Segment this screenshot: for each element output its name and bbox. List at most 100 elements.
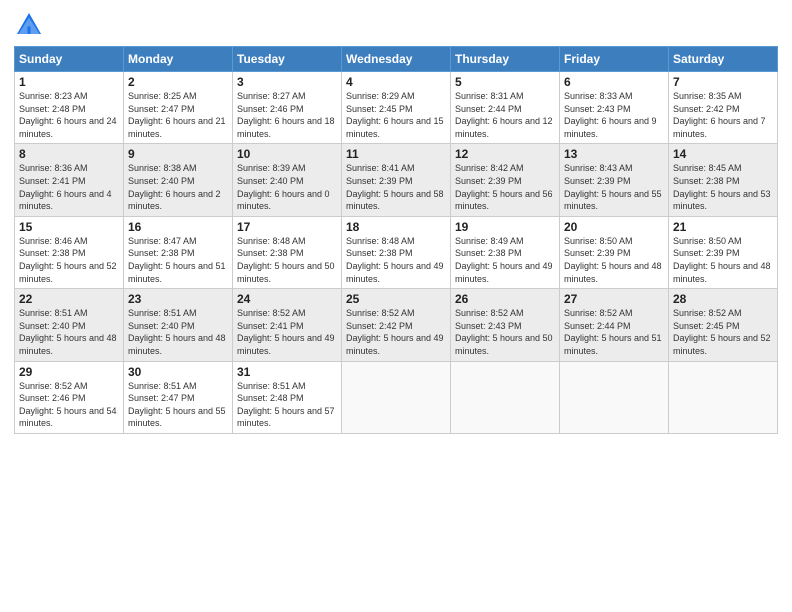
calendar-week-5: 29 Sunrise: 8:52 AMSunset: 2:46 PMDayligh… [15,361,778,433]
page-container: SundayMondayTuesdayWednesdayThursdayFrid… [0,0,792,444]
calendar-header-sunday: Sunday [15,47,124,72]
day-info: Sunrise: 8:23 AMSunset: 2:48 PMDaylight:… [19,91,117,139]
calendar-header-row: SundayMondayTuesdayWednesdayThursdayFrid… [15,47,778,72]
day-info: Sunrise: 8:50 AMSunset: 2:39 PMDaylight:… [564,236,662,284]
calendar-cell: 10 Sunrise: 8:39 AMSunset: 2:40 PMDayligh… [233,144,342,216]
day-info: Sunrise: 8:25 AMSunset: 2:47 PMDaylight:… [128,91,226,139]
day-info: Sunrise: 8:42 AMSunset: 2:39 PMDaylight:… [455,163,553,211]
day-number: 15 [19,220,119,234]
calendar-week-2: 8 Sunrise: 8:36 AMSunset: 2:41 PMDaylight… [15,144,778,216]
day-number: 26 [455,292,555,306]
calendar-header-friday: Friday [560,47,669,72]
day-number: 7 [673,75,773,89]
calendar-cell: 2 Sunrise: 8:25 AMSunset: 2:47 PMDaylight… [124,72,233,144]
calendar-cell: 1 Sunrise: 8:23 AMSunset: 2:48 PMDaylight… [15,72,124,144]
day-info: Sunrise: 8:36 AMSunset: 2:41 PMDaylight:… [19,163,112,211]
logo-icon [14,10,44,40]
calendar-cell: 8 Sunrise: 8:36 AMSunset: 2:41 PMDaylight… [15,144,124,216]
calendar-cell: 7 Sunrise: 8:35 AMSunset: 2:42 PMDaylight… [669,72,778,144]
day-number: 30 [128,365,228,379]
calendar-cell: 18Sunrise: 8:48 AMSunset: 2:38 PMDayligh… [342,216,451,288]
day-info: Sunrise: 8:43 AMSunset: 2:39 PMDaylight:… [564,163,662,211]
day-number: 27 [564,292,664,306]
day-number: 10 [237,147,337,161]
day-info: Sunrise: 8:41 AMSunset: 2:39 PMDaylight:… [346,163,444,211]
calendar-cell: 16Sunrise: 8:47 AMSunset: 2:38 PMDayligh… [124,216,233,288]
day-info: Sunrise: 8:51 AMSunset: 2:47 PMDaylight:… [128,381,226,429]
calendar-table: SundayMondayTuesdayWednesdayThursdayFrid… [14,46,778,434]
day-number: 22 [19,292,119,306]
day-number: 21 [673,220,773,234]
calendar-cell: 21 Sunrise: 8:50 AMSunset: 2:39 PMDayligh… [669,216,778,288]
day-info: Sunrise: 8:29 AMSunset: 2:45 PMDaylight:… [346,91,444,139]
day-info: Sunrise: 8:49 AMSunset: 2:38 PMDaylight:… [455,236,553,284]
day-info: Sunrise: 8:48 AMSunset: 2:38 PMDaylight:… [237,236,335,284]
day-number: 28 [673,292,773,306]
day-number: 25 [346,292,446,306]
calendar-cell: 31Sunrise: 8:51 AMSunset: 2:48 PMDayligh… [233,361,342,433]
calendar-cell: 13 Sunrise: 8:43 AMSunset: 2:39 PMDayligh… [560,144,669,216]
calendar-cell: 4 Sunrise: 8:29 AMSunset: 2:45 PMDaylight… [342,72,451,144]
day-info: Sunrise: 8:47 AMSunset: 2:38 PMDaylight:… [128,236,226,284]
day-number: 23 [128,292,228,306]
calendar-header-wednesday: Wednesday [342,47,451,72]
calendar-cell: 3 Sunrise: 8:27 AMSunset: 2:46 PMDaylight… [233,72,342,144]
day-number: 17 [237,220,337,234]
day-number: 4 [346,75,446,89]
day-info: Sunrise: 8:52 AMSunset: 2:42 PMDaylight:… [346,308,444,356]
day-info: Sunrise: 8:38 AMSunset: 2:40 PMDaylight:… [128,163,221,211]
header [14,10,778,40]
day-number: 24 [237,292,337,306]
calendar-header-monday: Monday [124,47,233,72]
day-number: 6 [564,75,664,89]
calendar-cell: 23 Sunrise: 8:51 AMSunset: 2:40 PMDayligh… [124,289,233,361]
calendar-cell: 30 Sunrise: 8:51 AMSunset: 2:47 PMDayligh… [124,361,233,433]
calendar-cell: 29 Sunrise: 8:52 AMSunset: 2:46 PMDayligh… [15,361,124,433]
day-number: 18 [346,220,446,234]
calendar-header-saturday: Saturday [669,47,778,72]
calendar-cell: 17 Sunrise: 8:48 AMSunset: 2:38 PMDayligh… [233,216,342,288]
day-info: Sunrise: 8:39 AMSunset: 2:40 PMDaylight:… [237,163,330,211]
calendar-week-1: 1 Sunrise: 8:23 AMSunset: 2:48 PMDaylight… [15,72,778,144]
calendar-cell [669,361,778,433]
day-number: 19 [455,220,555,234]
day-number: 9 [128,147,228,161]
day-info: Sunrise: 8:31 AMSunset: 2:44 PMDaylight:… [455,91,553,139]
calendar-cell [451,361,560,433]
day-info: Sunrise: 8:35 AMSunset: 2:42 PMDaylight:… [673,91,766,139]
day-info: Sunrise: 8:51 AMSunset: 2:40 PMDaylight:… [19,308,117,356]
calendar-cell: 26 Sunrise: 8:52 AMSunset: 2:43 PMDayligh… [451,289,560,361]
day-number: 1 [19,75,119,89]
day-number: 29 [19,365,119,379]
day-number: 3 [237,75,337,89]
calendar-cell: 24 Sunrise: 8:52 AMSunset: 2:41 PMDayligh… [233,289,342,361]
day-number: 8 [19,147,119,161]
day-info: Sunrise: 8:51 AMSunset: 2:40 PMDaylight:… [128,308,226,356]
calendar-cell: 15 Sunrise: 8:46 AMSunset: 2:38 PMDayligh… [15,216,124,288]
calendar-header-thursday: Thursday [451,47,560,72]
day-info: Sunrise: 8:45 AMSunset: 2:38 PMDaylight:… [673,163,771,211]
day-info: Sunrise: 8:52 AMSunset: 2:41 PMDaylight:… [237,308,335,356]
day-number: 13 [564,147,664,161]
logo [14,10,48,40]
calendar-cell [560,361,669,433]
day-number: 12 [455,147,555,161]
calendar-cell: 14Sunrise: 8:45 AMSunset: 2:38 PMDayligh… [669,144,778,216]
day-info: Sunrise: 8:46 AMSunset: 2:38 PMDaylight:… [19,236,117,284]
calendar-cell: 22 Sunrise: 8:51 AMSunset: 2:40 PMDayligh… [15,289,124,361]
calendar-cell: 20Sunrise: 8:50 AMSunset: 2:39 PMDayligh… [560,216,669,288]
calendar-cell: 27Sunrise: 8:52 AMSunset: 2:44 PMDayligh… [560,289,669,361]
day-info: Sunrise: 8:27 AMSunset: 2:46 PMDaylight:… [237,91,335,139]
calendar-week-3: 15 Sunrise: 8:46 AMSunset: 2:38 PMDayligh… [15,216,778,288]
day-info: Sunrise: 8:52 AMSunset: 2:46 PMDaylight:… [19,381,117,429]
day-number: 31 [237,365,337,379]
day-info: Sunrise: 8:50 AMSunset: 2:39 PMDaylight:… [673,236,771,284]
day-number: 2 [128,75,228,89]
calendar-header-tuesday: Tuesday [233,47,342,72]
calendar-cell: 6 Sunrise: 8:33 AMSunset: 2:43 PMDaylight… [560,72,669,144]
day-info: Sunrise: 8:52 AMSunset: 2:43 PMDaylight:… [455,308,553,356]
calendar-cell: 12 Sunrise: 8:42 AMSunset: 2:39 PMDayligh… [451,144,560,216]
calendar-week-4: 22 Sunrise: 8:51 AMSunset: 2:40 PMDayligh… [15,289,778,361]
calendar-cell: 9 Sunrise: 8:38 AMSunset: 2:40 PMDaylight… [124,144,233,216]
day-info: Sunrise: 8:33 AMSunset: 2:43 PMDaylight:… [564,91,657,139]
